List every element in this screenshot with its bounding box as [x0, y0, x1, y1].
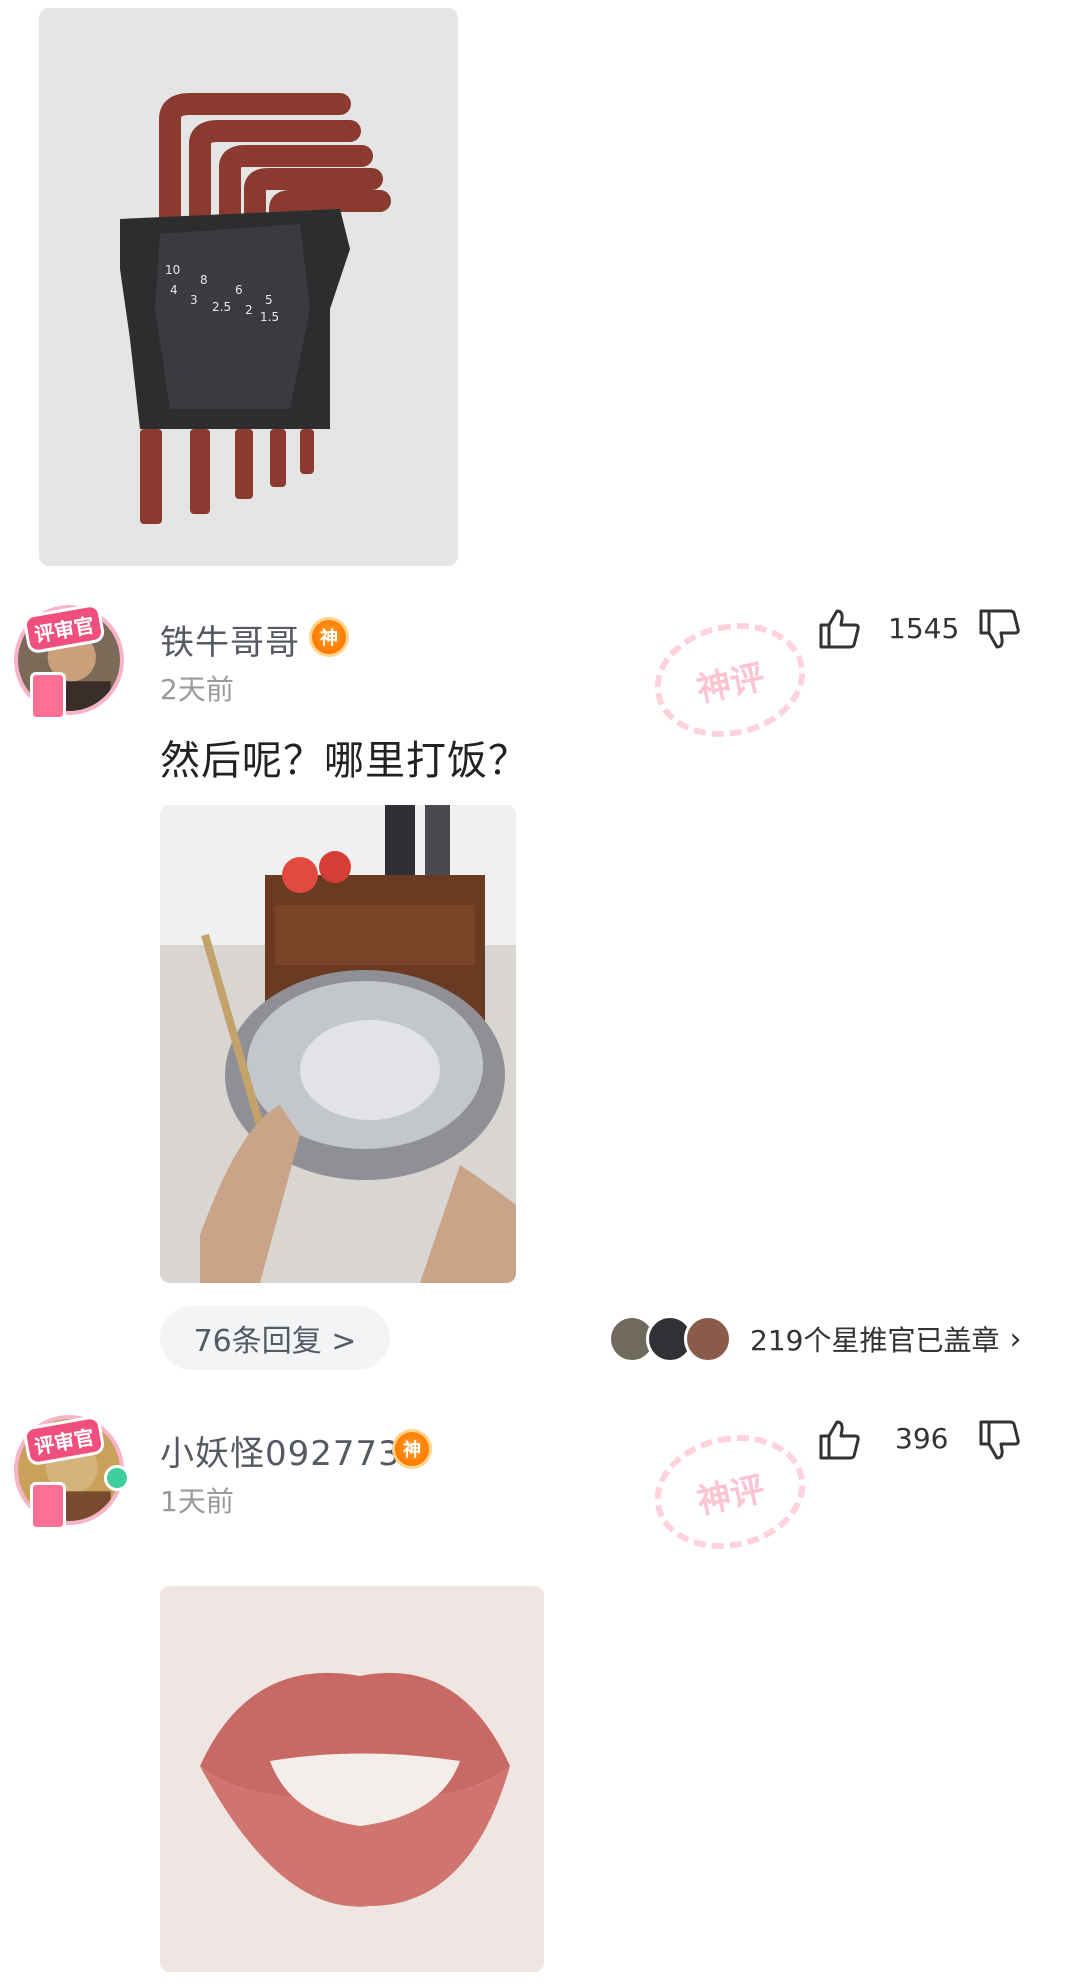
key-size-label-2: 6 [235, 283, 243, 297]
username[interactable]: 铁牛哥哥 [160, 615, 300, 664]
god-badge: 神 [312, 620, 346, 654]
stamper-avatar [684, 1315, 732, 1363]
key-size-label-1: 8 [200, 273, 208, 287]
reviewer-card-icon [30, 1482, 66, 1530]
key-size-label-4: 4 [170, 283, 178, 297]
key-size-label-6: 2.5 [212, 300, 231, 314]
stamp-label: 神评 [644, 1421, 816, 1563]
replies-button[interactable]: 76条回复 > [160, 1306, 390, 1370]
god-badge: 神 [395, 1432, 429, 1466]
online-status-indicator [104, 1465, 130, 1491]
attached-image-lips[interactable] [160, 1586, 544, 1972]
key-size-label-3: 5 [265, 293, 273, 307]
stamp-label: 神评 [644, 609, 816, 751]
thumb-up-icon[interactable] [815, 1416, 863, 1464]
key-size-label-8: 1.5 [260, 310, 279, 324]
thumb-up-icon[interactable] [815, 605, 863, 653]
stamped-count-label: 219个星推官已盖章 [750, 1324, 1000, 1357]
key-size-label-5: 3 [190, 293, 198, 307]
timestamp: 2天前 [160, 673, 234, 706]
comment-text: 然后呢？哪里打饭？ [160, 738, 529, 784]
like-count: 1545 [888, 612, 960, 645]
bowl-illustration [160, 805, 516, 1283]
god-comment-stamp: 神评 [639, 1417, 820, 1568]
chevron-right-icon: › [1009, 1321, 1022, 1357]
thumb-down-icon[interactable] [975, 605, 1023, 653]
stamped-by-row[interactable]: 219个星推官已盖章 › [608, 1315, 1022, 1363]
attached-image-bowl[interactable] [160, 805, 516, 1283]
reviewer-card-icon [30, 672, 66, 720]
thumb-down-icon[interactable] [975, 1416, 1023, 1464]
like-count: 396 [895, 1422, 949, 1455]
timestamp: 1天前 [160, 1485, 234, 1518]
username[interactable]: 小妖怪092773 [160, 1426, 401, 1475]
god-comment-stamp: 神评 [639, 605, 820, 756]
lips-illustration [160, 1586, 544, 1972]
key-size-label-0: 10 [165, 263, 180, 277]
attached-image-hex-keys[interactable]: 10 8 6 5 4 3 2.5 2 1.5 [39, 8, 458, 566]
hex-key-illustration: 10 8 6 5 4 3 2.5 2 1.5 [40, 9, 457, 565]
key-size-label-7: 2 [245, 303, 253, 317]
